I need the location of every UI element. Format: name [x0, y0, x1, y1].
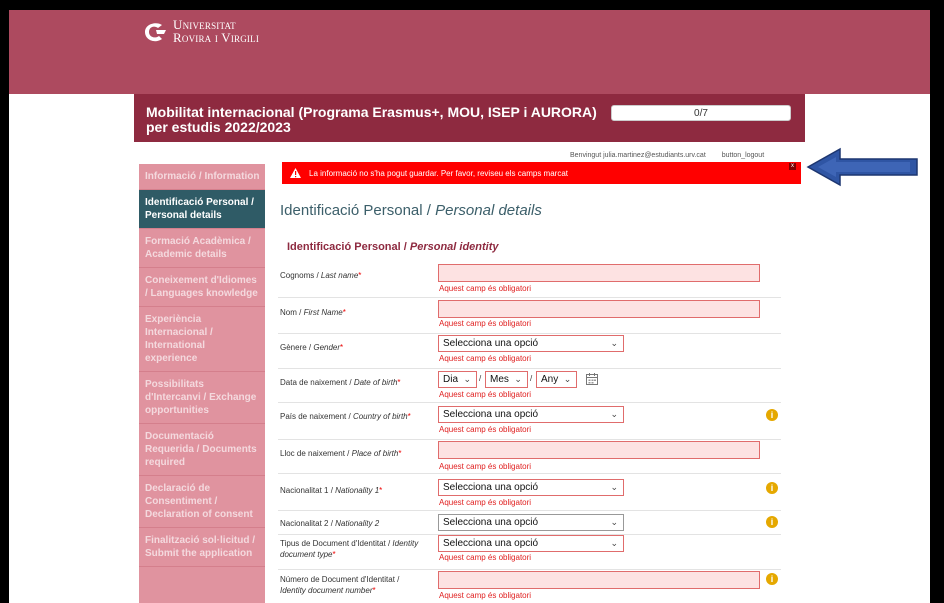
doc-number-error: Aquest camp és obligatori — [439, 591, 532, 600]
chevron-down-icon: ⌄ — [514, 374, 522, 384]
info-icon[interactable]: i — [766, 573, 778, 585]
dob-day-select[interactable]: Dia ⌄ — [438, 371, 478, 388]
section-subtitle: Identificació Personal / Personal identi… — [287, 241, 499, 253]
sidebar-item[interactable]: Experiència Internacional / Internationa… — [139, 307, 265, 372]
place-birth-label: Lloc de naixement / Place of birth* — [280, 449, 402, 458]
urv-emblem-icon — [145, 23, 166, 42]
dob-label: Data de naixement / Date of birth* — [280, 378, 401, 387]
screen-frame-top — [0, 0, 944, 10]
sidebar-item[interactable]: Possibilitats d'Intercanvi / Exchange op… — [139, 372, 265, 424]
greeting-text: Benvingut julia.martinez@estudiants.urv.… — [570, 152, 706, 159]
sidebar-item[interactable]: Identificació Personal / Personal detail… — [139, 190, 265, 229]
form-row-nationality-1: Nacionalitat 1 / Nationality 1* Seleccio… — [278, 473, 781, 511]
application-banner: Mobilitat internacional (Programa Erasmu… — [134, 94, 805, 142]
dob-month-select[interactable]: Mes ⌄ — [485, 371, 528, 388]
info-icon[interactable]: i — [766, 409, 778, 421]
form-row-country-of-birth: País de naixement / Country of birth* Se… — [278, 402, 781, 440]
form-row-nationality-2: Nacionalitat 2 / Nationality 2 Seleccion… — [278, 510, 781, 535]
progress-text: 0/7 — [694, 108, 708, 119]
country-birth-label: País de naixement / Country of birth* — [280, 412, 411, 421]
chevron-down-icon: ⌄ — [463, 374, 472, 384]
alert-message: La informació no s'ha pogut guardar. Per… — [309, 168, 568, 178]
dob-year-select[interactable]: Any ⌄ — [536, 371, 578, 388]
last-name-error: Aquest camp és obligatori — [439, 284, 532, 293]
logo-text: Universitat Rovira i Virgili — [173, 18, 259, 44]
first-name-input[interactable] — [438, 300, 760, 318]
nationality2-label: Nacionalitat 2 / Nationality 2 — [280, 519, 380, 528]
chevron-down-icon: ⌄ — [610, 482, 618, 492]
sidebar-item[interactable]: Coneixement d'Idiomes / Languages knowle… — [139, 268, 265, 307]
progress-bar: 0/7 — [611, 105, 791, 121]
logout-button[interactable]: button_logout — [722, 152, 764, 159]
sidebar-item[interactable]: Documentació Requerida / Documents requi… — [139, 424, 265, 476]
first-name-error: Aquest camp és obligatori — [439, 319, 532, 328]
form-row-last-name: Cognoms / Last name* Aquest camp és obli… — [278, 260, 781, 298]
sidebar-item[interactable]: Declaració de Consentiment / Declaration… — [139, 476, 265, 528]
doc-type-error: Aquest camp és obligatori — [439, 553, 532, 562]
last-name-input[interactable] — [438, 264, 760, 282]
page-title-ca: Identificació Personal / — [280, 202, 436, 219]
form-row-document-type: Tipus de Document d'Identitat / Identity… — [278, 534, 781, 570]
urv-logo[interactable]: Universitat Rovira i Virgili — [142, 14, 259, 48]
nationality1-select[interactable]: Selecciona una opció ⌄ — [438, 479, 624, 496]
info-icon[interactable]: i — [766, 516, 778, 528]
page-title: Identificació Personal / Personal detail… — [280, 202, 542, 219]
doc-number-input[interactable] — [438, 571, 760, 589]
warning-icon — [290, 168, 301, 178]
doc-number-label: Número de Document d'Identitat / Identit… — [280, 575, 400, 595]
logo-line2: Rovira i Virgili — [173, 30, 260, 45]
nationality1-error: Aquest camp és obligatori — [439, 498, 532, 507]
nationality2-select[interactable]: Selecciona una opció ⌄ — [438, 514, 624, 531]
screen-frame-right — [930, 10, 944, 603]
sidebar-nav: Informació / Information Identificació Pe… — [139, 164, 265, 603]
country-birth-select[interactable]: Selecciona una opció ⌄ — [438, 406, 624, 423]
user-greeting: Benvingut julia.martinez@estudiants.urv.… — [570, 152, 764, 159]
doc-type-select[interactable]: Selecciona una opció ⌄ — [438, 535, 624, 552]
last-name-label: Cognoms / Last name* — [280, 271, 362, 280]
sidebar-item[interactable]: Informació / Information — [139, 164, 265, 190]
doc-type-label: Tipus de Document d'Identitat / Identity… — [280, 539, 419, 559]
place-birth-error: Aquest camp és obligatori — [439, 462, 532, 471]
form-row-document-number: Número de Document d'Identitat / Identit… — [278, 569, 781, 603]
dob-error: Aquest camp és obligatori — [439, 390, 532, 399]
left-arrow-icon — [806, 147, 918, 187]
calendar-icon[interactable] — [585, 372, 599, 386]
banner-title: Mobilitat internacional (Programa Erasmu… — [146, 104, 597, 135]
chevron-down-icon: ⌄ — [610, 338, 618, 348]
sidebar-item[interactable]: Formació Acadèmica / Academic details — [139, 229, 265, 268]
form-row-date-of-birth: Data de naixement / Date of birth* Dia ⌄ … — [278, 368, 781, 403]
alert-close-button[interactable]: x — [789, 163, 796, 170]
form-row-gender: Gènere / Gender* Selecciona una opció ⌄ A… — [278, 333, 781, 369]
form-row-first-name: Nom / First Name* Aquest camp és obligat… — [278, 297, 781, 334]
first-name-label: Nom / First Name* — [280, 308, 346, 317]
error-alert: La informació no s'ha pogut guardar. Per… — [282, 162, 801, 184]
nationality1-label: Nacionalitat 1 / Nationality 1* — [280, 486, 383, 495]
page-title-en: Personal details — [435, 202, 542, 219]
gender-select[interactable]: Selecciona una opció ⌄ — [438, 335, 624, 352]
country-birth-error: Aquest camp és obligatori — [439, 425, 532, 434]
place-birth-input[interactable] — [438, 441, 760, 459]
chevron-down-icon: ⌄ — [610, 409, 618, 419]
screen-frame-left — [0, 0, 9, 603]
sidebar-item[interactable]: Finalització sol·licitud / Submit the ap… — [139, 528, 265, 567]
gender-label: Gènere / Gender* — [280, 343, 344, 352]
gender-error: Aquest camp és obligatori — [439, 354, 532, 363]
chevron-down-icon: ⌄ — [610, 538, 618, 548]
chevron-down-icon: ⌄ — [563, 374, 572, 384]
info-icon[interactable]: i — [766, 482, 778, 494]
form-row-place-of-birth: Lloc de naixement / Place of birth* Aque… — [278, 439, 781, 474]
subtitle-en: Personal identity — [409, 241, 499, 253]
date-separator: / — [530, 374, 533, 383]
chevron-down-icon: ⌄ — [610, 517, 618, 527]
date-separator: / — [479, 374, 482, 383]
subtitle-ca: Identificació Personal / — [287, 241, 410, 253]
